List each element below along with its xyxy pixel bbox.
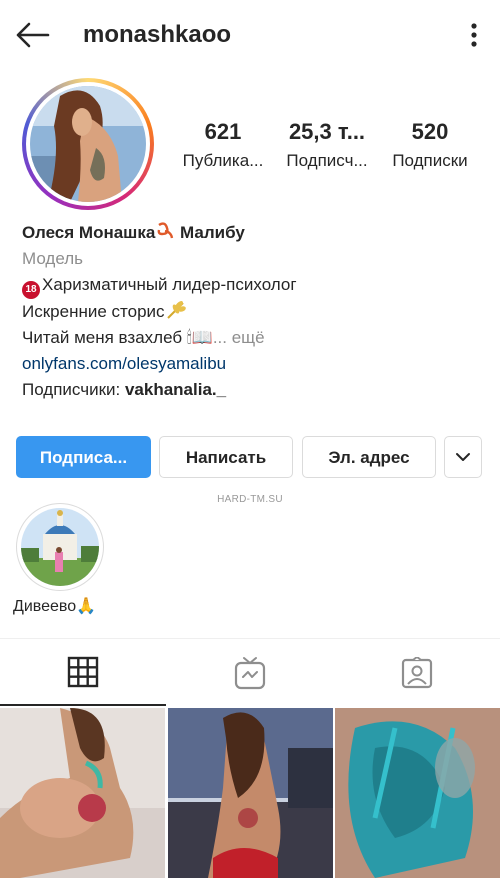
followers-count-value: 25,3 т... xyxy=(288,119,366,144)
age-18-icon: 18 xyxy=(22,281,40,299)
post-thumbnail[interactable] xyxy=(335,708,500,878)
follow-button[interactable]: Подписа... xyxy=(16,436,151,478)
highlight-label: Дивеево🙏 xyxy=(13,598,97,615)
posts-grid xyxy=(0,708,500,878)
following-count[interactable]: 520 Подписки xyxy=(384,118,476,174)
followers-count[interactable]: 25,3 т... Подписч... xyxy=(281,118,373,174)
bio-line-3: Читай меня взахлеб xyxy=(22,328,183,347)
following-count-value: 520 xyxy=(411,119,449,144)
email-button[interactable]: Эл. адрес xyxy=(302,436,436,478)
bio-more-link[interactable]: ещё xyxy=(227,328,265,347)
followers-count-label: Подписч... xyxy=(286,151,368,170)
watermark-text: HARD-TM.SU xyxy=(217,494,283,505)
grid-icon xyxy=(67,656,99,688)
tab-grid[interactable] xyxy=(0,640,166,706)
full-name-suffix: Малибу xyxy=(175,223,245,242)
chevron-down-icon xyxy=(456,453,470,461)
bio-more-dots: ... xyxy=(212,328,227,347)
following-count-label: Подписки xyxy=(392,151,468,170)
igtv-icon xyxy=(234,657,266,690)
post-thumbnail[interactable] xyxy=(168,708,333,878)
wheat-emoji-icon xyxy=(166,301,186,319)
followed-by-prefix: Подписчики: xyxy=(22,380,125,399)
profile-category: Модель xyxy=(22,249,84,268)
profile-avatar[interactable] xyxy=(22,78,154,210)
posts-count-label: Публика... xyxy=(182,151,264,170)
posts-count-value: 621 xyxy=(204,119,242,144)
post-thumbnail[interactable] xyxy=(0,708,165,878)
posts-count[interactable]: 621 Публика... xyxy=(180,118,266,174)
highlight-cover xyxy=(21,508,99,586)
top-bar: monashkaoo xyxy=(0,0,500,70)
bio-line-1: Харизматичный лидер-психолог xyxy=(42,275,297,294)
ribbon-emoji-icon xyxy=(157,222,174,239)
back-arrow-icon[interactable] xyxy=(14,20,50,50)
tagged-user-icon xyxy=(401,657,433,689)
full-name: Олеся Монашка xyxy=(22,223,156,242)
profile-username: monashkaoo xyxy=(83,21,232,48)
bio-line-3-emoji: 🕯📖 xyxy=(186,328,213,347)
bio-line-2: Искренние сторис xyxy=(22,302,165,321)
suggested-accounts-button[interactable] xyxy=(444,436,482,478)
tab-tagged[interactable] xyxy=(334,640,500,706)
tabs-divider xyxy=(0,638,500,639)
story-highlight[interactable] xyxy=(16,503,104,591)
message-button[interactable]: Написать xyxy=(159,436,293,478)
followed-by-user[interactable]: vakhanalia._ xyxy=(125,380,226,399)
tab-igtv[interactable] xyxy=(167,640,333,706)
more-options-icon[interactable] xyxy=(464,22,484,48)
followed-by-line: Подписчики: vakhanalia._ xyxy=(22,377,482,403)
profile-bio: Олеся Монашка Малибу Модель 18 Харизматич… xyxy=(22,220,482,403)
avatar-photo xyxy=(30,86,146,202)
bio-website-link[interactable]: onlyfans.com/olesyamalibu xyxy=(22,351,482,377)
